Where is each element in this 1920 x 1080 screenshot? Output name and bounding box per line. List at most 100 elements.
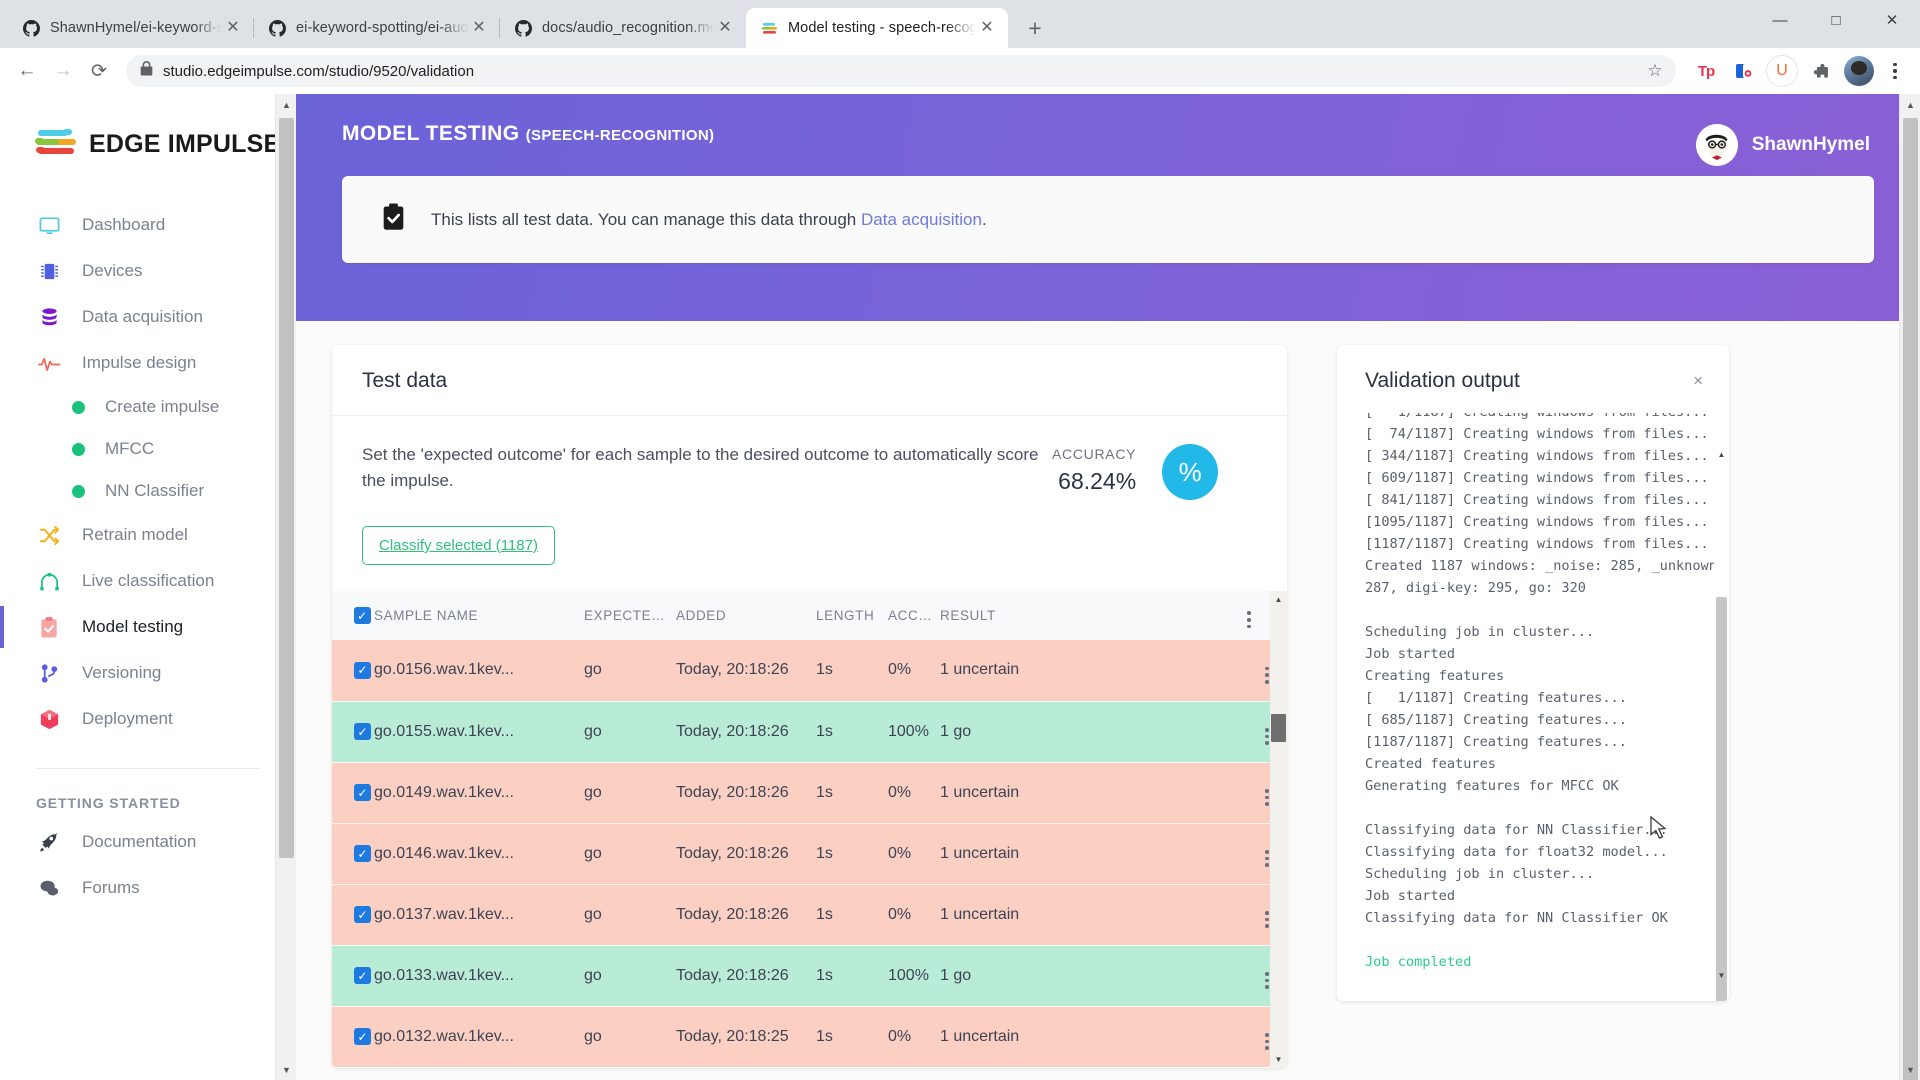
rocket-icon — [36, 829, 62, 855]
close-icon[interactable]: ✕ — [222, 17, 244, 39]
row-checkbox[interactable]: ✓ — [354, 906, 371, 924]
sidebar-item-live-classification[interactable]: Live classification — [0, 558, 296, 604]
table-scrollbar[interactable]: ▲ ▼ — [1270, 591, 1287, 1068]
column-header-accuracy[interactable]: ACC… — [888, 591, 940, 641]
select-all-checkbox-cell[interactable]: ✓ — [332, 591, 374, 641]
table-row[interactable]: ✓ go.0133.wav.1kev... go Today, 20:18:26 1s 1… — [332, 945, 1287, 1007]
row-checkbox[interactable]: ✓ — [354, 845, 371, 863]
sidebar-item-impulse-design[interactable]: Impulse design — [0, 340, 296, 386]
kebab-menu-icon[interactable] — [1265, 850, 1269, 867]
page-scrollbar[interactable]: ▲ ▼ — [1899, 94, 1920, 1080]
column-header-result[interactable]: RESULT — [940, 591, 1247, 641]
page-title-text: MODEL TESTING — [342, 122, 520, 145]
page-scrollbar-thumb[interactable] — [1903, 118, 1918, 1080]
profile-avatar[interactable] — [1844, 56, 1874, 86]
column-header-added[interactable]: ADDED — [676, 591, 816, 641]
row-checkbox-cell[interactable]: ✓ — [332, 701, 374, 763]
window-close-button[interactable]: ✕ — [1864, 0, 1920, 40]
scroll-down-icon[interactable]: ▼ — [1270, 1051, 1287, 1068]
sidebar-scrollbar[interactable]: ▲ ▼ — [275, 94, 296, 1080]
table-row[interactable]: ✓ go.0156.wav.1kev... go Today, 20:18:26 1s 0… — [332, 640, 1287, 702]
sidebar-item-devices[interactable]: Devices — [0, 248, 296, 294]
column-header-length[interactable]: LENGTH — [816, 591, 888, 641]
sidebar-item-deployment[interactable]: Deployment — [0, 696, 296, 742]
browser-tab-1[interactable]: ShawnHymel/ei-keyword-spottin ✕ — [8, 8, 254, 48]
table-header-row: ✓ SAMPLE NAME EXPECTE… ADDED LENGTH ACC…… — [332, 591, 1287, 641]
kebab-menu-icon[interactable] — [1265, 728, 1269, 745]
new-tab-button[interactable]: + — [1018, 11, 1052, 45]
column-header-expected[interactable]: EXPECTE… — [584, 591, 676, 641]
kebab-menu-icon[interactable] — [1265, 666, 1269, 684]
bookmark-star-icon[interactable]: ☆ — [1640, 56, 1670, 86]
extensions-puzzle-icon[interactable] — [1804, 55, 1836, 87]
scroll-down-icon[interactable]: ▼ — [1714, 968, 1729, 983]
browser-tab-3[interactable]: docs/audio_recognition.md at m ✕ — [499, 8, 746, 48]
scroll-down-icon[interactable]: ▼ — [1900, 1059, 1920, 1080]
row-checkbox[interactable]: ✓ — [354, 723, 371, 741]
validation-scrollbar-thumb[interactable] — [1716, 597, 1727, 1001]
sidebar-item-mfcc[interactable]: MFCC — [0, 428, 296, 470]
close-icon[interactable]: ✕ — [714, 17, 736, 39]
select-all-checkbox[interactable]: ✓ — [354, 607, 371, 625]
row-checkbox[interactable]: ✓ — [354, 967, 371, 985]
scroll-up-icon[interactable]: ▲ — [1270, 591, 1287, 608]
table-scrollbar-thumb[interactable] — [1271, 714, 1286, 742]
address-bar[interactable]: studio.edgeimpulse.com/studio/9520/valid… — [126, 55, 1676, 87]
reload-icon[interactable]: ⟳ — [82, 54, 116, 88]
sidebar-scrollbar-thumb[interactable] — [279, 118, 294, 858]
data-acquisition-link[interactable]: Data acquisition — [861, 210, 982, 229]
accuracy-block: ACCURACY 68.24% — [1052, 442, 1162, 495]
validation-output-scrollbar[interactable]: ▲ ▼ — [1714, 447, 1729, 1001]
user-menu[interactable]: ShawnHymel — [1695, 124, 1870, 166]
close-icon[interactable]: × — [1693, 371, 1703, 391]
kebab-menu-icon[interactable] — [1247, 611, 1251, 629]
row-checkbox-cell[interactable]: ✓ — [332, 884, 374, 946]
browser-menu-icon[interactable] — [1880, 54, 1910, 88]
kebab-menu-icon[interactable] — [1265, 911, 1269, 928]
row-checkbox[interactable]: ✓ — [354, 1028, 371, 1046]
browser-tab-2[interactable]: ei-keyword-spotting/ei-audio-da ✕ — [253, 8, 500, 48]
sidebar-item-data-acquisition[interactable]: Data acquisition — [0, 294, 296, 340]
kebab-menu-icon[interactable] — [1265, 972, 1269, 989]
scroll-up-icon[interactable]: ▲ — [1714, 447, 1729, 462]
row-checkbox-cell[interactable]: ✓ — [332, 762, 374, 824]
sidebar-item-versioning[interactable]: Versioning — [0, 650, 296, 696]
back-icon[interactable]: ← — [10, 54, 44, 88]
scroll-down-icon[interactable]: ▼ — [276, 1059, 296, 1080]
table-row[interactable]: ✓ go.0146.wav.1kev... go Today, 20:18:26 1s 0… — [332, 823, 1287, 885]
column-header-sample-name[interactable]: SAMPLE NAME — [374, 591, 584, 641]
edge-impulse-logo[interactable]: EDGE IMPULSE — [0, 118, 296, 160]
maximize-button[interactable]: □ — [1808, 0, 1864, 40]
row-checkbox-cell[interactable]: ✓ — [332, 640, 374, 702]
close-icon[interactable]: ✕ — [976, 17, 998, 39]
scroll-up-icon[interactable]: ▲ — [276, 94, 296, 115]
classify-selected-button[interactable]: Classify selected (1187) — [362, 526, 555, 565]
ublock-extension-icon[interactable]: U — [1766, 55, 1798, 87]
row-checkbox[interactable]: ✓ — [354, 784, 371, 802]
sidebar-item-create-impulse[interactable]: Create impulse — [0, 386, 296, 428]
row-checkbox-cell[interactable]: ✓ — [332, 945, 374, 1007]
table-row[interactable]: ✓ go.0149.wav.1kev... go Today, 20:18:26 1s 0… — [332, 762, 1287, 824]
row-checkbox[interactable]: ✓ — [354, 661, 371, 679]
sidebar-item-retrain-model[interactable]: Retrain model — [0, 512, 296, 558]
sidebar-item-dashboard[interactable]: Dashboard — [0, 202, 296, 248]
browser-tab-4-active[interactable]: Model testing - speech-recogniti ✕ — [746, 8, 1008, 48]
forward-icon[interactable]: → — [46, 54, 80, 88]
tinypng-extension-icon[interactable]: Tp — [1690, 55, 1722, 87]
table-row[interactable]: ✓ go.0132.wav.1kev... go Today, 20:18:25 1s 0… — [332, 1006, 1287, 1068]
sidebar-item-forums[interactable]: Forums — [0, 865, 296, 911]
table-row[interactable]: ✓ go.0155.wav.1kev... go Today, 20:18:26 1s 1… — [332, 701, 1287, 763]
content-area: Test data Set the 'expected outcome' for… — [296, 321, 1920, 1068]
minimize-button[interactable]: — — [1752, 0, 1808, 40]
row-checkbox-cell[interactable]: ✓ — [332, 823, 374, 885]
sidebar-item-model-testing[interactable]: Model testing — [0, 604, 296, 650]
kebab-menu-icon[interactable] — [1265, 789, 1269, 806]
sidebar-item-documentation[interactable]: Documentation — [0, 819, 296, 865]
scroll-up-icon[interactable]: ▲ — [1900, 94, 1920, 115]
row-checkbox-cell[interactable]: ✓ — [332, 1006, 374, 1068]
sidebar-item-nn-classifier[interactable]: NN Classifier — [0, 470, 296, 512]
wallet-extension-icon[interactable] — [1728, 55, 1760, 87]
table-row[interactable]: ✓ go.0137.wav.1kev... go Today, 20:18:26 1s 0… — [332, 884, 1287, 946]
kebab-menu-icon[interactable] — [1265, 1033, 1269, 1050]
close-icon[interactable]: ✕ — [468, 17, 490, 39]
